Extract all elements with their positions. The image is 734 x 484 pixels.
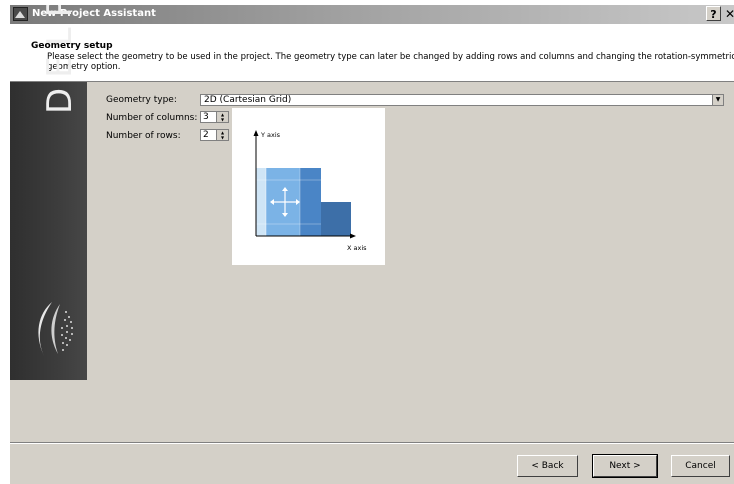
geometry-type-select[interactable]: 2D (Cartesian Grid) ▼: [200, 94, 724, 106]
rows-value: 2: [203, 130, 209, 140]
next-button[interactable]: Next >: [592, 454, 658, 478]
columns-label: Number of columns:: [106, 113, 198, 123]
geometry-type-label: Geometry type:: [106, 95, 177, 105]
page-description: Please select the geometry to be used in…: [47, 52, 734, 72]
rows-stepper[interactable]: ▲ ▼: [216, 130, 228, 140]
back-button[interactable]: < Back: [517, 455, 578, 477]
grid-cell: [256, 168, 266, 236]
cancel-button[interactable]: Cancel: [671, 455, 730, 477]
y-axis-arrow-icon: [253, 130, 259, 136]
brand-text: DELPHIN: [40, 5, 80, 114]
y-axis-label: Y axis: [260, 131, 281, 139]
dropdown-arrow-icon[interactable]: ▼: [712, 95, 723, 105]
rows-label: Number of rows:: [106, 131, 181, 141]
spin-down-icon[interactable]: ▼: [217, 117, 228, 122]
new-project-assistant-window: New Project Assistant ? ✕ Geometry setup…: [10, 5, 734, 484]
spin-down-icon[interactable]: ▼: [217, 135, 228, 140]
close-icon[interactable]: ✕: [725, 7, 734, 21]
app-icon: [13, 7, 28, 21]
header-divider: [10, 81, 734, 82]
geometry-preview: Y axis X axis: [232, 108, 385, 265]
help-button[interactable]: ?: [706, 6, 721, 21]
x-axis-label: X axis: [347, 244, 367, 252]
columns-value: 3: [203, 112, 209, 122]
geometry-type-value: 2D (Cartesian Grid): [204, 95, 292, 105]
delphin-logo-icon: [38, 302, 73, 356]
wizard-header: Geometry setup Please select the geometr…: [10, 24, 734, 82]
columns-stepper[interactable]: ▲ ▼: [216, 112, 228, 122]
rows-spinbox[interactable]: 2 ▲ ▼: [200, 129, 229, 141]
title-bar: New Project Assistant ? ✕: [10, 5, 734, 24]
sidebar-banner: DELPHIN: [10, 5, 87, 380]
grid-cell: [300, 168, 321, 236]
grid-cell: [321, 202, 351, 236]
geometry-preview-diagram: Y axis X axis: [253, 130, 367, 252]
columns-spinbox[interactable]: 3 ▲ ▼: [200, 111, 229, 123]
x-axis-arrow-icon: [350, 233, 356, 239]
